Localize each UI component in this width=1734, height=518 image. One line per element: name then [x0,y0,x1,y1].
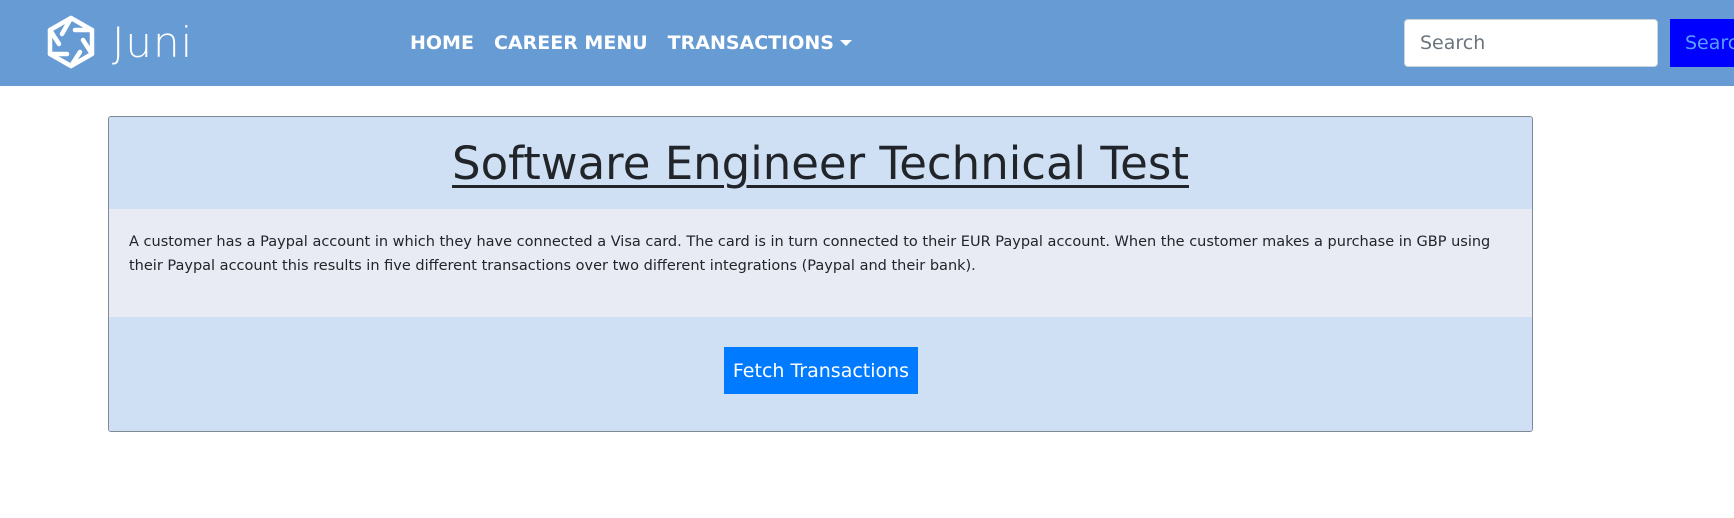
nav-link-career-menu[interactable]: CAREER MENU [494,32,648,54]
nav-link-home[interactable]: HOME [410,32,474,54]
juni-logo-icon [47,15,95,69]
nav-dropdown-transactions-label: TRANSACTIONS [667,32,834,54]
test-card: Software Engineer Technical Test A custo… [108,116,1533,432]
nav-link-career-menu-label: CAREER MENU [493,32,648,54]
fetch-transactions-button[interactable]: Fetch Transactions [724,347,918,394]
brand-link[interactable]: Juni [42,14,193,72]
nav-links: HOME CAREER MENU TRANSACTIONS [410,26,872,60]
search-button[interactable]: Search [1670,19,1734,67]
nav-dropdown-transactions[interactable]: TRANSACTIONS [668,32,852,54]
caret-down-icon [839,40,852,46]
card-body: A customer has a Paypal account in which… [109,209,1532,317]
card-description: A customer has a Paypal account in which… [129,234,1491,274]
nav-link-home-label: HOME [410,32,474,54]
card-footer: Fetch Transactions [109,317,1532,431]
search-input[interactable] [1404,19,1658,67]
page-title: Software Engineer Technical Test [452,136,1189,190]
brand-name: Juni [112,18,194,67]
navbar: Juni HOME CAREER MENU TRANSACTIONS Searc… [0,0,1734,86]
card-header: Software Engineer Technical Test [109,117,1532,209]
